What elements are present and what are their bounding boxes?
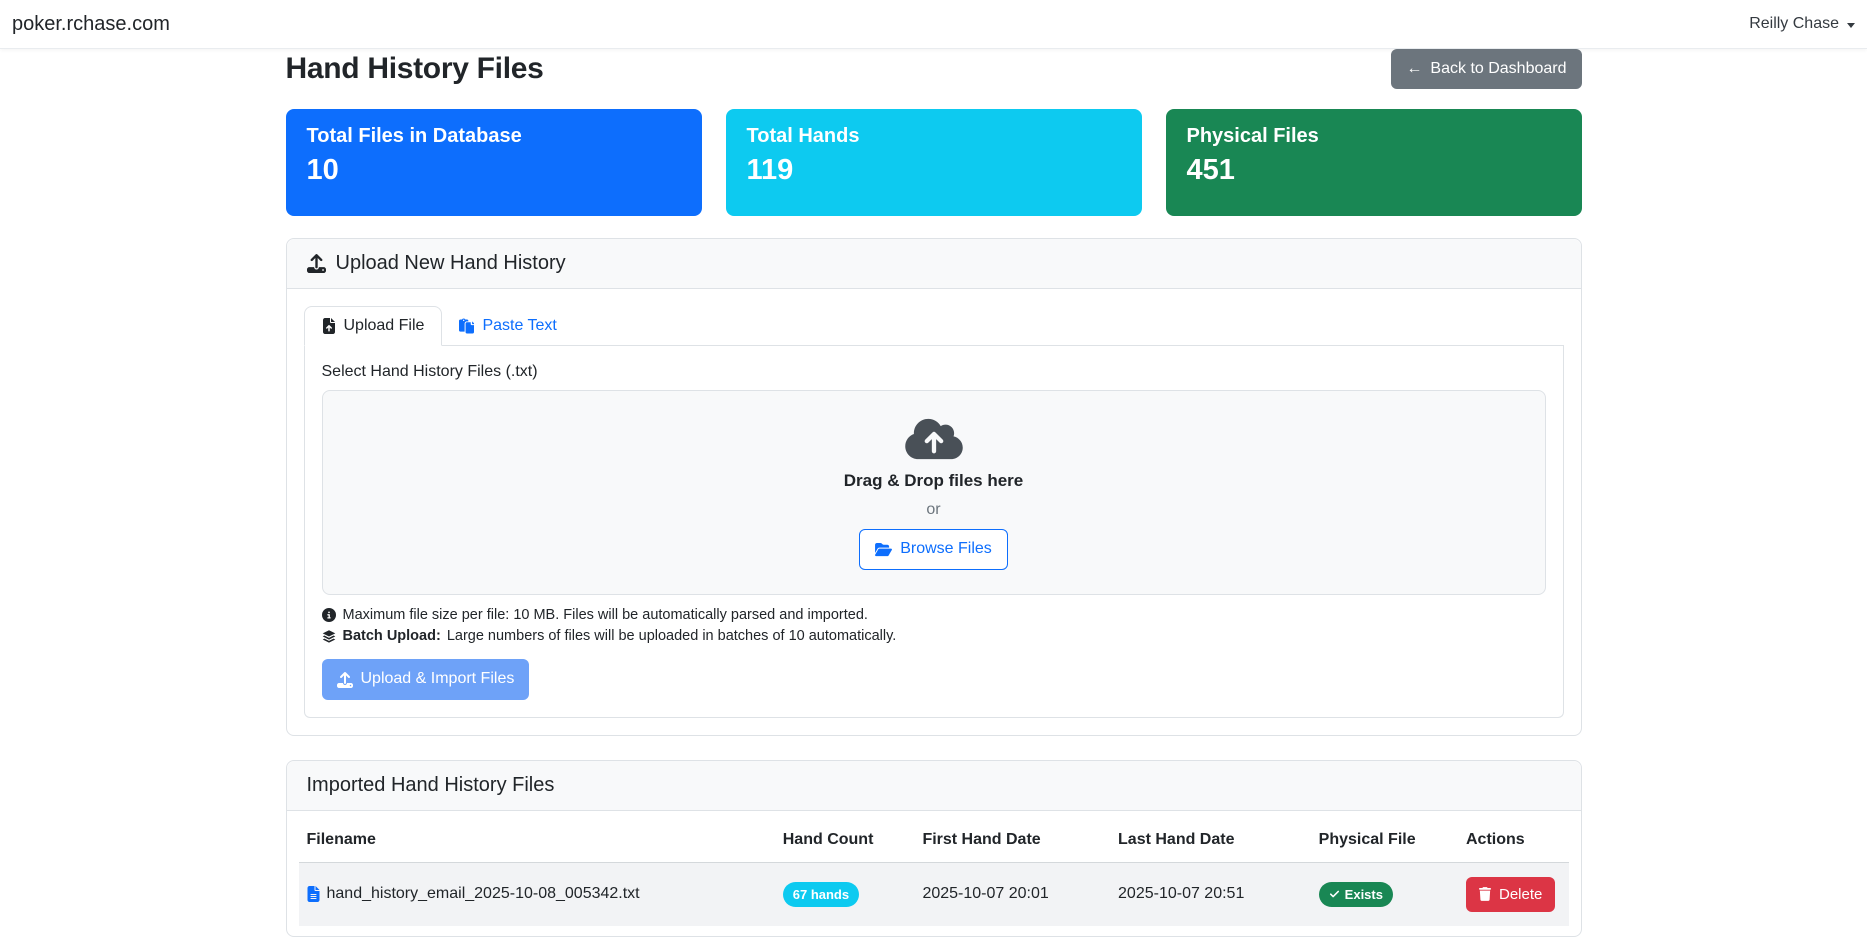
stat-card-total-hands: Total Hands 119 [725, 109, 1142, 217]
user-dropdown[interactable]: Reilly Chase [1749, 15, 1855, 33]
browse-files-label: Browse Files [900, 540, 992, 558]
imported-files-card: Imported Hand History Files Filename Han… [285, 759, 1582, 937]
stat-card-physical-files: Physical Files 451 [1165, 109, 1582, 217]
physical-file-badge-label: Exists [1344, 886, 1383, 902]
imported-files-header: Imported Hand History Files [286, 760, 1581, 811]
upload-icon [336, 671, 353, 688]
upload-card-header: Upload New Hand History [286, 239, 1581, 290]
upload-card-title: Upload New Hand History [335, 252, 566, 275]
back-to-dashboard-button[interactable]: ← Back to Dashboard [1391, 49, 1582, 90]
info-circle-icon [321, 608, 336, 623]
file-upload-icon [322, 318, 336, 335]
file-dropzone[interactable]: Drag & Drop files here or Browse Files [321, 390, 1546, 596]
layers-icon [322, 629, 336, 644]
first-hand-date: 2025-10-07 20:01 [922, 885, 1049, 903]
caret-down-icon [1847, 22, 1855, 28]
top-navbar: poker.rchase.com Reilly Chase [0, 0, 1867, 49]
user-name: Reilly Chase [1749, 15, 1839, 32]
file-select-label: Select Hand History Files (.txt) [321, 363, 538, 381]
column-header-physical-file: Physical File [1310, 820, 1458, 863]
upload-icon [306, 254, 326, 274]
stat-value: 10 [306, 154, 339, 187]
paste-icon [459, 318, 475, 334]
stat-value: 119 [746, 154, 794, 187]
hand-count-badge: 67 hands [782, 881, 860, 907]
cloud-upload-icon [904, 416, 963, 462]
tab-upload-file[interactable]: Upload File [303, 306, 443, 347]
dropzone-title: Drag & Drop files here [843, 471, 1024, 491]
stat-label: Total Hands [746, 125, 860, 148]
delete-button-label: Delete [1498, 885, 1543, 903]
arrow-left-icon: ← [1406, 60, 1423, 77]
upload-import-button[interactable]: Upload & Import Files [321, 659, 530, 700]
stat-label: Physical Files [1186, 125, 1319, 148]
column-header-actions: Actions [1457, 820, 1569, 863]
upload-card: Upload New Hand History Upload File Past… [285, 238, 1582, 736]
table-row: hand_history_email_2025-10-08_005342.txt… [298, 862, 1569, 926]
tab-paste-text[interactable]: Paste Text [442, 306, 573, 345]
stat-label: Total Files in Database [306, 125, 522, 148]
trash-icon [1478, 887, 1491, 902]
browse-files-button[interactable]: Browse Files [859, 529, 1008, 570]
tab-upload-file-label: Upload File [343, 317, 425, 335]
upload-tabs: Upload File Paste Text [303, 306, 1564, 347]
file-lines-icon [307, 886, 320, 903]
note-batch-upload-text: Batch Upload: Large numbers of files wil… [342, 628, 897, 645]
note-max-file-size-text: Maximum file size per file: 10 MB. Files… [342, 607, 868, 624]
last-hand-date: 2025-10-07 20:51 [1118, 885, 1245, 903]
upload-tab-panel: Select Hand History Files (.txt) Drag & … [303, 346, 1564, 718]
stat-value: 451 [1186, 154, 1235, 187]
stat-card-total-files: Total Files in Database 10 [285, 109, 702, 217]
column-header-last-hand-date: Last Hand Date [1110, 820, 1311, 863]
site-brand[interactable]: poker.rchase.com [12, 13, 170, 36]
column-header-filename: Filename [298, 820, 775, 863]
note-batch-upload: Batch Upload: Large numbers of files wil… [322, 628, 1546, 644]
check-icon [1329, 889, 1340, 900]
tab-paste-text-label: Paste Text [482, 316, 557, 334]
upload-import-label: Upload & Import Files [360, 670, 515, 688]
page-title: Hand History Files [285, 52, 544, 86]
imported-files-title: Imported Hand History Files [306, 773, 555, 796]
folder-open-icon [875, 542, 893, 557]
note-max-file-size: Maximum file size per file: 10 MB. Files… [321, 607, 1546, 624]
back-to-dashboard-label: Back to Dashboard [1430, 60, 1567, 77]
stats-row: Total Files in Database 10 Total Hands 1… [285, 109, 1582, 217]
dropzone-or-text: or [926, 501, 941, 519]
files-table: Filename Hand Count First Hand Date Last… [298, 820, 1569, 926]
file-name: hand_history_email_2025-10-08_005342.txt [326, 885, 640, 903]
column-header-first-hand-date: First Hand Date [914, 820, 1111, 863]
delete-button[interactable]: Delete [1465, 876, 1556, 912]
column-header-hand-count: Hand Count [774, 820, 915, 863]
physical-file-badge: Exists [1318, 881, 1393, 907]
